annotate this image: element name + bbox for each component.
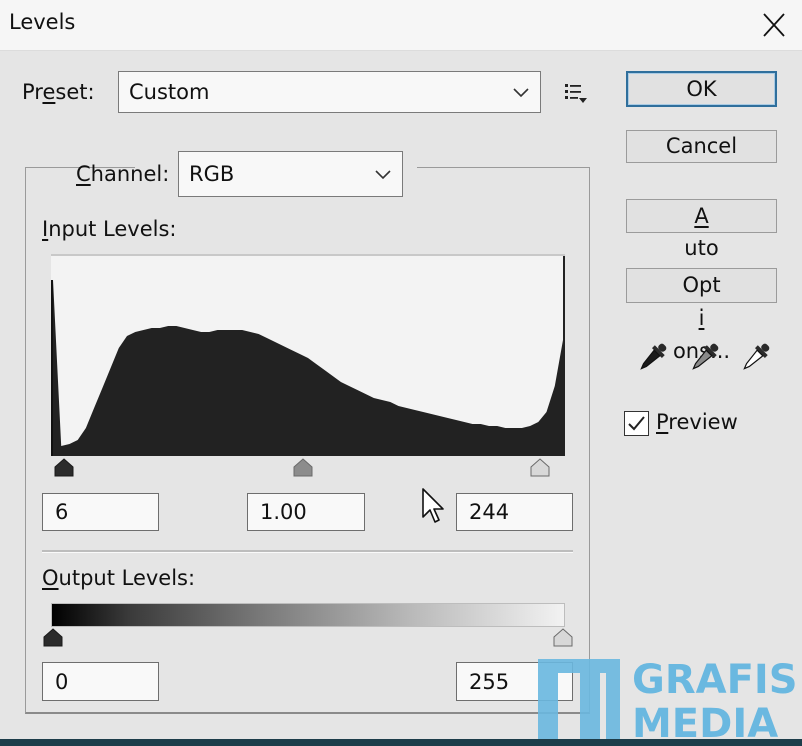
- input-black-point-field[interactable]: 6: [42, 493, 159, 531]
- input-black-point-value: 6: [55, 500, 69, 524]
- watermark-line-1: GRAFIS: [632, 657, 798, 703]
- output-white-point-value: 255: [469, 669, 510, 694]
- options-button[interactable]: Opt i ons...: [626, 268, 777, 363]
- output-black-slider[interactable]: [43, 628, 63, 647]
- preview-checkbox[interactable]: [624, 411, 649, 436]
- preset-options-menu-icon[interactable]: [562, 80, 592, 106]
- title-bar: [0, 0, 802, 51]
- cancel-button[interactable]: Cancel: [626, 130, 777, 163]
- cancel-button-label: Cancel: [665, 134, 738, 158]
- auto-button-label: Auto: [684, 204, 719, 260]
- chevron-down-icon: [513, 88, 529, 98]
- input-white-point-value: 244: [469, 500, 510, 524]
- channel-value: RGB: [189, 162, 235, 186]
- histogram: [51, 254, 565, 456]
- input-gamma-value: 1.00: [260, 500, 307, 524]
- mouse-cursor-icon: [421, 487, 447, 531]
- preset-value: Custom: [129, 80, 210, 104]
- input-slider-track[interactable]: [51, 456, 565, 480]
- window-bottom-edge: [0, 739, 802, 746]
- channel-label: Channel:: [76, 162, 170, 186]
- black-point-eyedropper-icon[interactable]: [634, 340, 670, 380]
- histogram-left-spike: [51, 280, 53, 456]
- histogram-plot: [51, 256, 565, 456]
- gray-point-eyedropper-icon[interactable]: [686, 340, 722, 380]
- output-gradient-bar: [51, 603, 565, 627]
- input-white-slider[interactable]: [530, 458, 550, 477]
- channel-dropdown[interactable]: RGB: [178, 151, 403, 197]
- close-icon[interactable]: [758, 6, 790, 42]
- preset-label: Preset:: [22, 80, 95, 104]
- window-title: Levels: [9, 10, 76, 34]
- auto-button[interactable]: Auto: [626, 199, 777, 260]
- grafis-media-watermark: GRAFIS MEDIA: [536, 655, 802, 746]
- preset-dropdown[interactable]: Custom: [118, 71, 541, 113]
- checkmark-icon: [628, 416, 645, 431]
- output-black-point-field[interactable]: 0: [42, 662, 159, 701]
- preview-label[interactable]: Preview: [656, 410, 738, 434]
- output-slider-track[interactable]: [41, 626, 575, 650]
- ok-button[interactable]: OK: [626, 71, 777, 107]
- input-white-point-field[interactable]: 244: [456, 493, 573, 531]
- white-point-eyedropper-icon[interactable]: [737, 340, 773, 380]
- input-levels-label: Input Levels:: [42, 217, 177, 241]
- input-black-slider[interactable]: [54, 458, 74, 477]
- input-gamma-field[interactable]: 1.00: [247, 493, 365, 531]
- output-levels-label: Output Levels:: [42, 566, 196, 590]
- output-white-slider[interactable]: [553, 628, 573, 647]
- ok-button-label: OK: [686, 77, 717, 101]
- chevron-down-icon: [375, 170, 391, 180]
- histogram-right-border: [563, 256, 565, 456]
- input-gray-slider[interactable]: [293, 458, 313, 477]
- section-divider: [42, 550, 573, 553]
- output-black-point-value: 0: [55, 669, 69, 694]
- watermark-line-2: MEDIA: [632, 701, 778, 739]
- histogram-fill: [53, 280, 563, 456]
